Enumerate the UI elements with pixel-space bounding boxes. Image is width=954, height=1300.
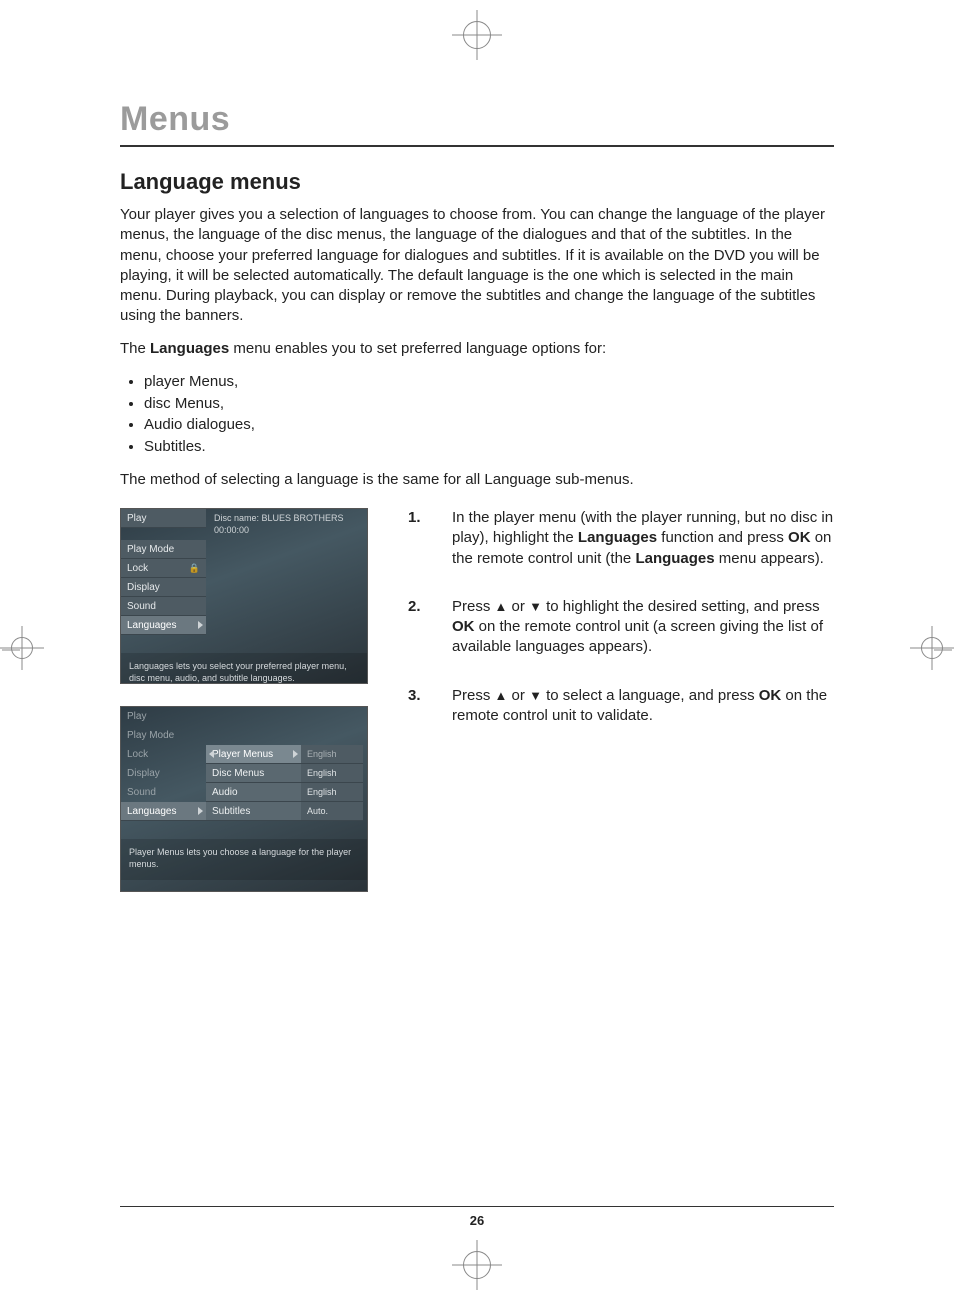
- registration-mark-right-icon: [912, 637, 952, 663]
- menu-item-languages: Languages: [121, 616, 206, 635]
- disc-time-label: 00:00:00: [214, 525, 359, 537]
- menu-item-languages: Languages: [121, 802, 206, 821]
- page-number: 26: [470, 1213, 484, 1228]
- menu-item-sound: Sound: [121, 783, 206, 802]
- disc-info: Disc name: BLUES BROTHERS 00:00:00: [206, 509, 367, 540]
- bullet-item: Subtitles.: [144, 436, 834, 458]
- screenshot-caption: Languages lets you select your preferred…: [121, 653, 367, 684]
- lock-icon: 🔒: [189, 559, 200, 578]
- registration-mark-left-icon: [2, 637, 42, 663]
- step-text: In the player menu (with the player runn…: [452, 508, 834, 569]
- step-number: 2.: [408, 597, 434, 658]
- menu-item-lock: Lock: [121, 745, 206, 764]
- down-arrow-icon: ▼: [529, 689, 542, 702]
- intro-paragraph: Your player gives you a selection of lan…: [120, 205, 834, 327]
- submenu-disc-menus: Disc Menus: [206, 764, 301, 783]
- submenu-subtitles-value: Auto.: [301, 802, 363, 821]
- page-footer: 26: [120, 1206, 834, 1228]
- screenshot-player-menus-submenu: Play Play Mode Lock Player Menus English…: [120, 706, 368, 892]
- bullet-item: player Menus,: [144, 371, 834, 393]
- submenu-audio: Audio: [206, 783, 301, 802]
- step-2: 2. Press ▲ or ▼ to highlight the desired…: [408, 597, 834, 658]
- submenu-audio-value: English: [301, 783, 363, 802]
- screenshot-caption: Player Menus lets you choose a language …: [121, 839, 367, 880]
- menu-item-display: Display: [121, 764, 206, 783]
- menu-item-lock: Lock🔒: [121, 559, 206, 578]
- up-arrow-icon: ▲: [495, 689, 508, 702]
- registration-mark-bottom-icon: [463, 1251, 491, 1279]
- page-title: Menus: [120, 100, 834, 139]
- menu-item-play: Play: [121, 707, 206, 726]
- lead-line: The Languages menu enables you to set pr…: [120, 339, 834, 359]
- step-number: 1.: [408, 508, 434, 569]
- submenu-player-menus-value: English: [301, 745, 363, 764]
- submenu-player-menus: Player Menus: [206, 745, 301, 764]
- step-number: 3.: [408, 686, 434, 727]
- lead-bold: Languages: [150, 340, 229, 357]
- menu-item-play-mode: Play Mode: [121, 540, 206, 559]
- lead-pre: The: [120, 340, 150, 357]
- section-heading: Language menus: [120, 169, 834, 195]
- disc-name-label: Disc name: BLUES BROTHERS: [214, 513, 359, 525]
- menu-item-sound: Sound: [121, 597, 206, 616]
- step-text: Press ▲ or ▼ to select a language, and p…: [452, 686, 834, 727]
- step-3: 3. Press ▲ or ▼ to select a language, an…: [408, 686, 834, 727]
- registration-mark-top-icon: [463, 21, 491, 49]
- up-arrow-icon: ▲: [495, 600, 508, 613]
- step-1: 1. In the player menu (with the player r…: [408, 508, 834, 569]
- screenshot-languages-menu: Play Disc name: BLUES BROTHERS 00:00:00 …: [120, 508, 368, 684]
- bullet-item: Audio dialogues,: [144, 414, 834, 436]
- title-rule: [120, 145, 834, 147]
- step-text: Press ▲ or ▼ to highlight the desired se…: [452, 597, 834, 658]
- menu-item-play: Play: [121, 509, 206, 528]
- instruction-steps: 1. In the player menu (with the player r…: [408, 508, 834, 726]
- menu-item-display: Display: [121, 578, 206, 597]
- bullet-item: disc Menus,: [144, 393, 834, 415]
- lead-post: menu enables you to set preferred langua…: [229, 340, 606, 357]
- method-line: The method of selecting a language is th…: [120, 470, 834, 490]
- submenu-disc-menus-value: English: [301, 764, 363, 783]
- down-arrow-icon: ▼: [529, 600, 542, 613]
- menu-item-play-mode: Play Mode: [121, 726, 206, 745]
- languages-bullet-list: player Menus, disc Menus, Audio dialogue…: [144, 371, 834, 458]
- submenu-subtitles: Subtitles: [206, 802, 301, 821]
